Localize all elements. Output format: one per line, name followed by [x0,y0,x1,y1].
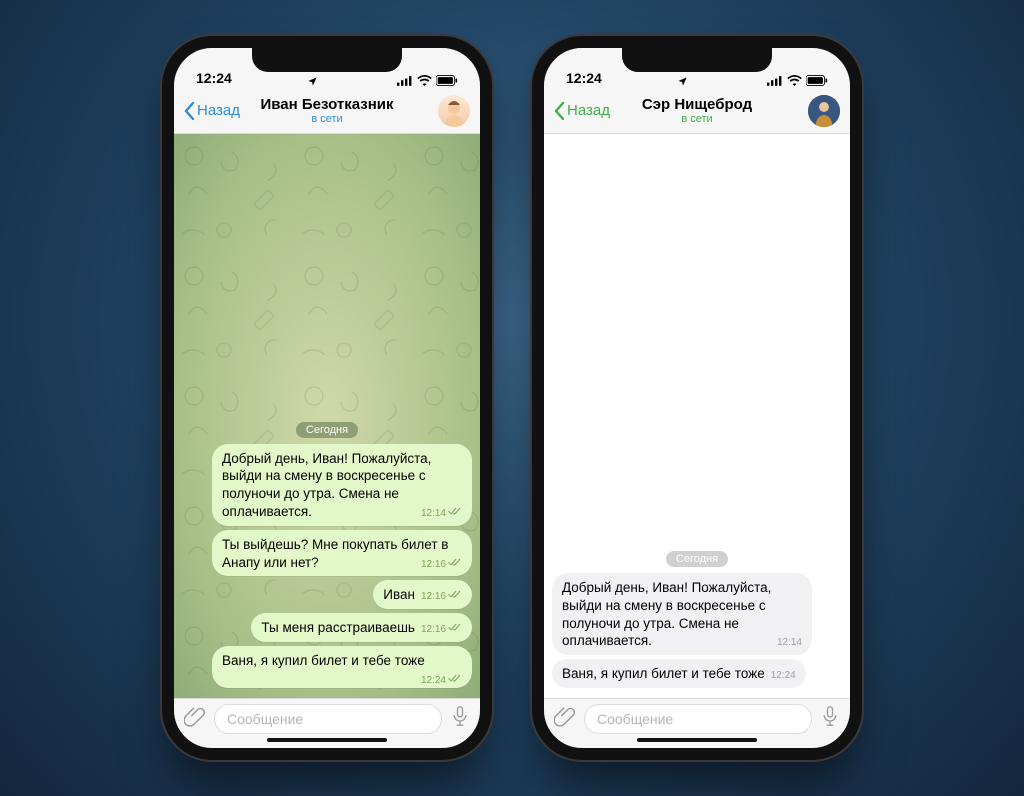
contact-name: Иван Безотказник [261,96,394,113]
message-bubble[interactable]: Ваня, я купил билет и тебе тоже 12:24 [552,659,806,688]
message-time: 12:24 [771,669,796,682]
wifi-icon [417,75,432,86]
message-time: 12:14 [777,636,802,649]
mic-icon[interactable] [820,705,840,732]
input-bar: Сообщение [544,698,850,748]
back-button[interactable]: Назад [184,102,240,120]
message-text: Ты выйдешь? Мне покупать билет в Анапу и… [222,537,448,570]
message-time: 12:16 [421,558,446,571]
message-text: Иван [383,587,415,602]
read-receipt-icon [448,674,462,687]
signal-icon [767,76,783,86]
location-icon [677,76,688,87]
input-placeholder: Сообщение [597,711,673,727]
message-time: 12:14 [421,507,446,520]
chat-header: Назад Сэр Нищеброд в сети [544,88,850,134]
message-bubble[interactable]: Ваня, я купил билет и тебе тоже 12:24 [212,646,472,688]
message-time: 12:16 [421,590,446,603]
attach-icon[interactable] [184,705,206,732]
message-bubble[interactable]: Ты выйдешь? Мне покупать билет в Анапу и… [212,530,472,577]
notch [252,46,402,72]
input-bar: Сообщение [174,698,480,748]
message-text: Ваня, я купил билет и тебе тоже [562,666,765,681]
chevron-left-icon [184,102,195,120]
message-bubble[interactable]: Ты меня расстраиваешь 12:16 [251,613,472,642]
back-label: Назад [567,102,610,119]
message-time: 12:16 [421,623,446,636]
avatar[interactable] [438,95,470,127]
contact-status: в сети [681,113,712,125]
message-bubble[interactable]: Добрый день, Иван! Пожалуйста, выйди на … [552,573,812,655]
phone-left: 12:24 Назад Иван Безотказник в сети [162,36,492,760]
message-text: Ты меня расстраиваешь [261,620,415,635]
avatar[interactable] [808,95,840,127]
input-placeholder: Сообщение [227,711,303,727]
message-time: 12:24 [421,674,446,687]
mic-icon[interactable] [450,705,470,732]
read-receipt-icon [448,558,462,571]
message-text: Добрый день, Иван! Пожалуйста, выйди на … [222,451,431,519]
attach-icon[interactable] [554,705,576,732]
signal-icon [397,76,413,86]
chat-body[interactable]: Сегодня Добрый день, Иван! Пожалуйста, в… [544,134,850,698]
back-button[interactable]: Назад [554,102,610,120]
battery-icon [806,75,828,86]
message-text: Добрый день, Иван! Пожалуйста, выйди на … [562,580,771,648]
wifi-icon [787,75,802,86]
read-receipt-icon [448,623,462,636]
chevron-left-icon [554,102,565,120]
battery-icon [436,75,458,86]
message-bubble[interactable]: Добрый день, Иван! Пожалуйста, выйди на … [212,444,472,526]
read-receipt-icon [448,590,462,603]
message-text: Ваня, я купил билет и тебе тоже [222,653,425,668]
contact-status: в сети [311,113,342,125]
phone-right: 12:24 Назад Сэр Нищеброд в сети Сегодня … [532,36,862,760]
notch [622,46,772,72]
status-time: 12:24 [196,70,232,86]
contact-name: Сэр Нищеброд [642,96,752,113]
back-label: Назад [197,102,240,119]
read-receipt-icon [448,507,462,520]
message-bubble[interactable]: Иван 12:16 [373,580,472,609]
date-badge: Сегодня [296,422,358,438]
date-badge: Сегодня [666,551,728,567]
location-icon [307,76,318,87]
chat-body[interactable]: Сегодня Добрый день, Иван! Пожалуйста, в… [174,134,480,698]
status-time: 12:24 [566,70,602,86]
chat-header: Назад Иван Безотказник в сети [174,88,480,134]
message-input[interactable]: Сообщение [584,704,812,734]
message-input[interactable]: Сообщение [214,704,442,734]
